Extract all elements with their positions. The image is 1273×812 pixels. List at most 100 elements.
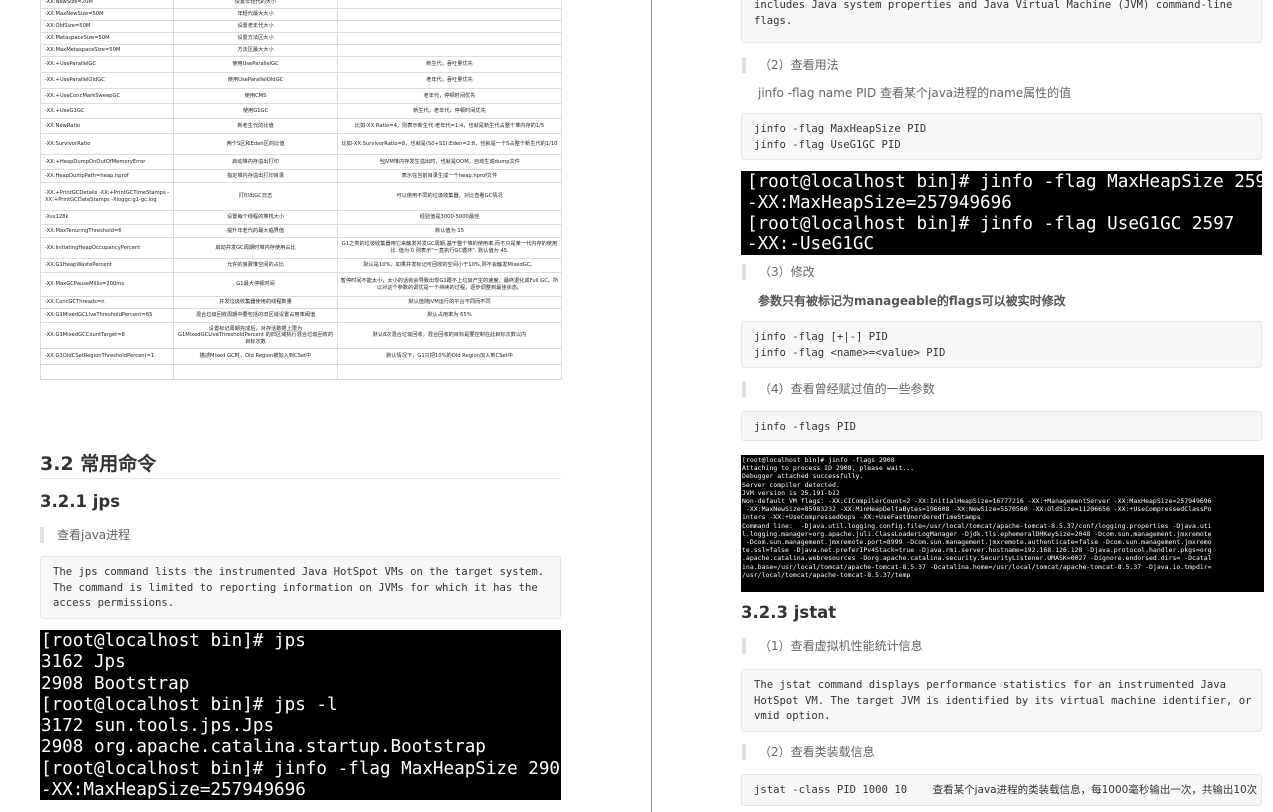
description-cell: 提升年老代的最大临界值 <box>173 224 338 238</box>
table-row: -XX:G1OldCSetRegionThresholdPercent=1 描述M… <box>40 348 562 365</box>
note-cell: 默认是10%，如果并发标记可回收的空间小于10%,则不会触发MixedGC。 <box>337 258 562 273</box>
note-cell: 默认8次混合垃圾回收，混合回收的目标是要控制在此目标次数以内 <box>337 322 562 349</box>
class-code-note: 查看某个java进程的类装载信息，每1000毫秒输出一次，共输出10次 <box>932 784 1258 796</box>
modify-code-block: jinfo -flag [+|-] PID jinfo -flag <name>… <box>741 321 1262 368</box>
table-row: -XX:G1MixedGCLiveThresholdPercent=65 混合垃圾… <box>40 308 562 323</box>
terminal-line: [root@localhost bin]# jinfo -flag UseG1G… <box>747 213 1235 234</box>
note-cell: 默认值为 15 <box>337 224 562 238</box>
description-cell: 混合垃圾回收周期中要包括的旧区域设置占用率阈值 <box>173 308 338 323</box>
description-cell: 使用G1GC <box>173 103 338 119</box>
description-cell: 允许的浪费堆空间的占比 <box>173 258 338 273</box>
description-cell <box>173 364 338 380</box>
description-cell: 设置老年代大小 <box>173 20 338 33</box>
subsection-heading-jps: 3.2.1 jps <box>40 492 121 511</box>
modify-quote: （3）修改 <box>742 264 815 280</box>
jps-terminal-screenshot: [root@localhost bin]# jps 3162 Jps 2908 Bo… <box>40 630 561 800</box>
param-cell: -XX:+UseParallelOldGC <box>40 72 174 89</box>
terminal-line: [root@localhost bin]# jps <box>41 631 306 651</box>
param-cell: -XX:MaxMetaspaceSize=50M <box>40 44 174 57</box>
terminal-line: ina.base=/usr/local/tomcat/apache-tomcat… <box>742 562 1212 571</box>
table-row: -XX:+UseParallelGC 使用UseParallelGC 新生代，吞吐量… <box>40 56 562 73</box>
terminal-line: .apache.catalina.webresources -Dorg.apac… <box>742 554 1212 563</box>
param-cell: -XX:G1MixedGCLiveThresholdPercent=65 <box>40 308 174 323</box>
terminal-line: Command line: -Djava.util.logging.config… <box>742 521 1212 530</box>
jstat-doc-code-block: The jstat command displays performance s… <box>741 669 1262 732</box>
description-cell: 年轻代最大大小 <box>173 8 338 21</box>
usage-quote: （2）查看用法 <box>742 57 839 73</box>
note-cell <box>337 364 562 380</box>
note-cell: 新生代，老年代，停顿时间优先 <box>337 103 562 119</box>
modify-note: 参数只有被标记为manageable的flags可以被实时修改 <box>758 294 1066 308</box>
left-column: -XX:NewSize=20M 设置年轻代的大小 -XX:MaxNewSize=50… <box>0 0 600 812</box>
note-cell: 比如-XX:SurvivorRatio=8，也就是(S0+S1):Eden=2:… <box>337 133 562 155</box>
description-cell: 新老生代的比值 <box>173 118 338 134</box>
table-row: -Xss128k 设置每个线程的堆栈大小 经验值是3000-5000最佳 <box>40 210 562 225</box>
param-cell: -XX:MetaspaceSize=50M <box>40 32 174 45</box>
terminal-line: -XX:MaxHeapSize=257949696 <box>41 780 306 800</box>
param-cell: -XX:MaxNewSize=50M <box>40 8 174 21</box>
param-cell: -XX:+UseConcMarkSweepGC <box>40 88 174 104</box>
terminal-line: [root@localhost bin]# jps -l <box>41 694 338 715</box>
section-heading-common-commands: 3.2 常用命令 <box>40 453 157 475</box>
note-cell: 比如-XX:Ratio=4，则表示新生代:老年代=1:4，也就是新生代占整个堆内… <box>337 118 562 134</box>
param-cell: -XX:SurvivorRatio <box>40 133 174 155</box>
table-row: -XX:NewRatio 新老生代的比值 比如-XX:Ratio=4，则表示新生代:… <box>40 118 562 134</box>
jinfo-doc-code-block: includes Java system properties and Java… <box>741 0 1262 43</box>
note-cell: 默认值随JVM运行的平台不同而不同 <box>337 296 562 309</box>
param-cell <box>40 364 174 380</box>
note-cell: G1之类的垃圾收集器用它来触发并发GC周期,基于整个堆的使用率,而不只是某一代内… <box>337 237 562 259</box>
table-row: -XX:MaxMetaspaceSize=50M 方法区最大大小 <box>40 44 562 57</box>
terminal-line: 2908 org.apache.catalina.startup.Bootstr… <box>41 737 486 758</box>
table-row: -XX:NewSize=20M 设置年轻代的大小 <box>40 0 562 9</box>
param-cell: -XX:+UseParallelGC <box>40 56 174 73</box>
terminal-line: JVM version is 25.191-b12 <box>742 488 840 497</box>
table-row: -XX:SurvivorRatio 两个S区和Eden区的比值 比如-XX:Surv… <box>40 133 562 155</box>
note-cell: 暂停时间不能太小，太小的话就会导致出现G1跟不上垃圾产生的速度。最终退化成Ful… <box>337 272 562 297</box>
usage-text: jinfo -flag name PID 查看某个java进程的name属性的值 <box>758 86 1072 100</box>
note-cell: 当JVM堆内存发生溢出时，也就是OOM，自动生成dump文件 <box>337 154 562 170</box>
subsection-heading-jstat: 3.2.3 jstat <box>741 603 837 622</box>
terminal-line: 3162 Jps <box>41 652 126 673</box>
description-cell: 使用CMS <box>173 88 338 104</box>
terminal-line: l.logging.manager=org.apache.juli.ClassL… <box>742 529 1212 538</box>
param-cell: -XX:NewSize=20M <box>40 0 174 9</box>
description-cell: 设置方法区大小 <box>173 32 338 45</box>
class-code-command: jstat -class PID 1000 10 <box>754 784 908 796</box>
param-cell: -XX:OldSize=50M <box>40 20 174 33</box>
terminal-line: [root@localhost bin]# jinfo -flag MaxHea… <box>41 758 561 779</box>
usage-terminal-screenshot: [root@localhost bin]# jinfo -flag MaxHea… <box>741 171 1262 255</box>
description-cell: G1最大停顿时间 <box>173 272 338 297</box>
param-cell: -XX:+PrintGCDetails -XX:+PrintGCTimeStam… <box>40 182 174 211</box>
table-row: -XX:MaxGCPauseMillis=200ms G1最大停顿时间 暂停时间不能… <box>40 272 562 297</box>
param-cell: -XX:MaxTenuringThreshold=6 <box>40 224 174 238</box>
param-cell: -XX:MaxGCPauseMillis=200ms <box>40 272 174 297</box>
description-cell: 设置年轻代的大小 <box>173 0 338 9</box>
table-row: -XX:G1HeapWastePercent 允许的浪费堆空间的占比 默认是10%，… <box>40 258 562 273</box>
jps-doc-code-block: The jps command lists the instrumented J… <box>40 556 561 619</box>
terminal-line: /usr/local/tomcat/apache-tomcat-8.5.37/t… <box>742 570 911 579</box>
terminal-line: -XX:-UseG1GC <box>747 234 875 255</box>
description-cell: 设置每个线程的堆栈大小 <box>173 210 338 225</box>
param-cell: -XX:G1HeapWastePercent <box>40 258 174 273</box>
note-cell: 可以使用不同的垃圾收集器，对比查看GC情况 <box>337 182 562 211</box>
note-cell: 默认占用率为 65% <box>337 308 562 323</box>
table-row: -XX:HeapDumpPath=heap.hprof 指定堆内存溢出打印目录 表示… <box>40 169 562 183</box>
note-cell: 老年代，停顿时间优先 <box>337 88 562 104</box>
class-quote: （2）查看类装载信息 <box>742 744 875 760</box>
description-cell: 使用UseParallelOldGC <box>173 72 338 89</box>
param-cell: -XX:NewRatio <box>40 118 174 134</box>
description-cell: 描述Mixed GC时，Old Region被加入到CSet中 <box>173 348 338 365</box>
jps-quote: 查看java进程 <box>40 527 130 543</box>
flags-code-block: jinfo -flags PID <box>741 411 1262 441</box>
table-row: -XX:+UseConcMarkSweepGC 使用CMS 老年代，停顿时间优先 <box>40 88 562 104</box>
description-cell: 方法区最大大小 <box>173 44 338 57</box>
class-code-block: jstat -class PID 1000 10 查看某个java进程的类装载信… <box>741 774 1262 806</box>
terminal-line: Debugger attached successfully. <box>742 472 864 481</box>
note-cell <box>337 20 562 33</box>
description-cell: 并发垃圾收集器使用的线程数量 <box>173 296 338 309</box>
table-row: -XX:+UseG1GC 使用G1GC 新生代，老年代，停顿时间优先 <box>40 103 562 119</box>
terminal-line: te.ssl=false -Djava.net.preferIPv4Stack=… <box>742 546 1212 555</box>
param-cell: -XX:InitiatingHeapOccupancyPercent <box>40 237 174 259</box>
note-cell: 新生代，吞吐量优先 <box>337 56 562 73</box>
note-cell <box>337 0 562 9</box>
